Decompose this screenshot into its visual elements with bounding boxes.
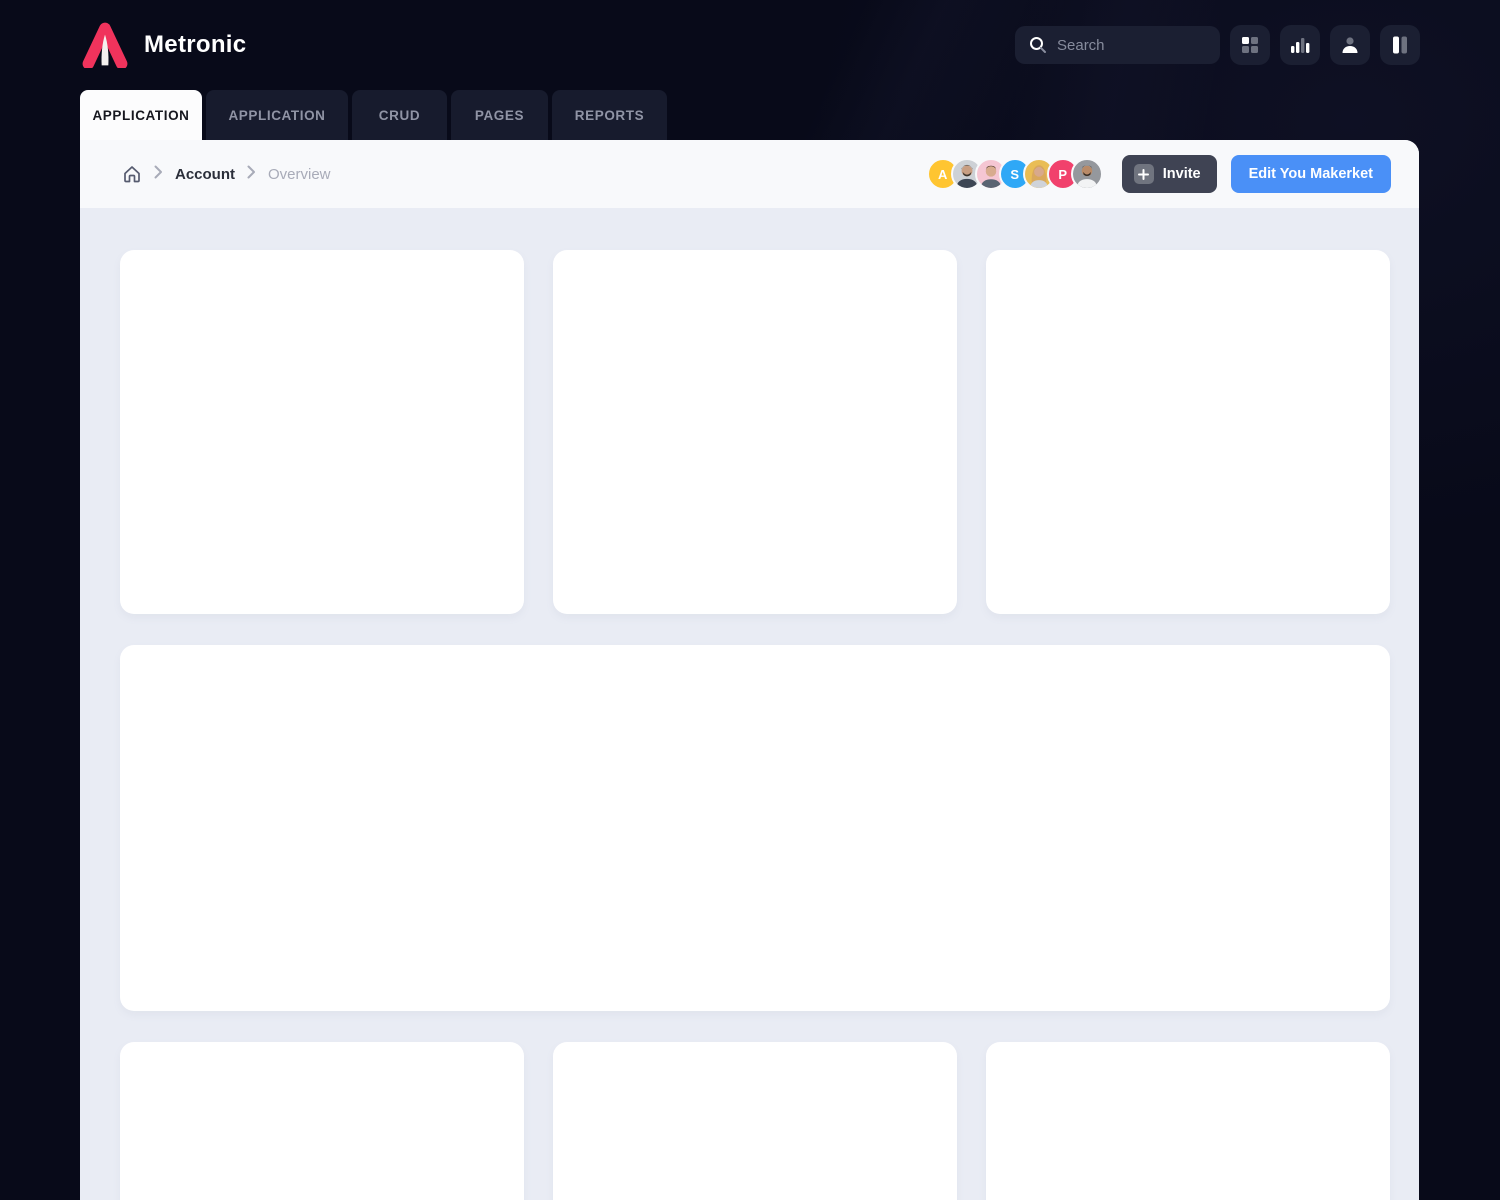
card-row-1	[120, 250, 1390, 614]
tab-crud[interactable]: CRUD	[352, 90, 447, 140]
metronic-logo-icon	[80, 22, 130, 68]
bar-chart-button[interactable]	[1280, 25, 1320, 65]
tab-application-2[interactable]: APPLICATION	[206, 90, 348, 140]
empty-card	[120, 1042, 524, 1200]
brand: Metronic	[80, 22, 246, 68]
empty-card-wide	[120, 645, 1390, 1011]
avatar-photo-man-gray[interactable]	[1071, 158, 1103, 190]
avatar-group: A S	[927, 158, 1103, 190]
invite-button[interactable]: Invite	[1122, 155, 1217, 193]
user-icon	[1339, 34, 1361, 56]
tab-reports[interactable]: REPORTS	[552, 90, 667, 140]
app-header: Metronic	[0, 0, 1500, 90]
card-row-3	[120, 1042, 1390, 1200]
home-icon[interactable]	[122, 164, 142, 184]
search-box[interactable]	[1015, 26, 1220, 64]
breadcrumb-account[interactable]: Account	[175, 166, 235, 183]
content-panel: Account Overview A	[80, 140, 1419, 1200]
empty-card	[986, 250, 1390, 614]
chevron-right-icon	[154, 165, 163, 184]
card-row-2	[120, 645, 1390, 1011]
empty-card	[120, 250, 524, 614]
user-button[interactable]	[1330, 25, 1370, 65]
breadcrumb-toolbar: Account Overview A	[80, 140, 1419, 208]
header-controls	[1015, 25, 1420, 65]
tab-application-1[interactable]: APPLICATION	[80, 90, 202, 140]
empty-card	[553, 250, 957, 614]
breadcrumb: Account Overview	[122, 164, 331, 184]
search-icon	[1029, 36, 1047, 54]
breadcrumb-overview: Overview	[268, 166, 331, 183]
bar-chart-icon	[1289, 34, 1311, 56]
invite-label: Invite	[1163, 166, 1201, 182]
main-tabs: APPLICATION APPLICATION CRUD PAGES REPOR…	[0, 90, 1500, 140]
empty-card	[986, 1042, 1390, 1200]
search-input[interactable]	[1057, 37, 1197, 54]
toolbar: A S	[927, 155, 1391, 193]
tab-pages[interactable]: PAGES	[451, 90, 548, 140]
apps-grid-icon	[1240, 35, 1260, 55]
layout-columns-button[interactable]	[1380, 25, 1420, 65]
plus-icon	[1134, 164, 1154, 184]
empty-card	[553, 1042, 957, 1200]
layout-columns-icon	[1390, 34, 1410, 56]
chevron-right-icon	[247, 165, 256, 184]
main-content	[80, 208, 1419, 1200]
brand-name: Metronic	[144, 31, 246, 59]
apps-grid-button[interactable]	[1230, 25, 1270, 65]
edit-you-makerket-button[interactable]: Edit You Makerket	[1231, 155, 1391, 193]
